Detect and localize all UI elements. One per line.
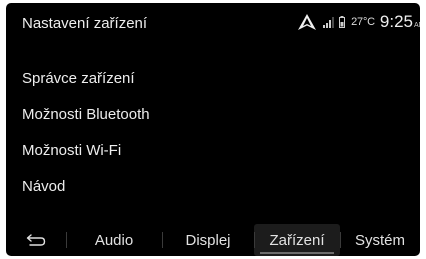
signal-icon [323,16,335,28]
tab-devices[interactable]: Zařízení [254,224,340,256]
menu-item-guide[interactable]: Návod [6,169,420,205]
tab-audio[interactable]: Audio [66,224,162,256]
status-bar: 27°C 9:25 AM [296,10,420,34]
battery-icon [339,16,346,28]
page-title: Nastavení zařízení [22,15,148,32]
bottom-tab-bar: Audio Displej Zařízení Systém [6,224,420,256]
menu-item-device-manager[interactable]: Správce zařízení [6,61,420,97]
screen: Nastavení zařízení 27°C 9:25 AM Správ [6,3,420,256]
tab-system[interactable]: Systém [340,224,420,256]
header: Nastavení zařízení 27°C 9:25 AM [6,3,420,43]
back-arrow-icon [26,234,46,246]
tab-display[interactable]: Displej [162,224,254,256]
back-button[interactable] [6,224,66,256]
navigation-icon [298,14,317,30]
clock: 9:25 [379,12,413,31]
clock-suffix: AM [414,22,420,29]
settings-menu: Správce zařízení Možnosti Bluetooth Možn… [6,61,420,205]
menu-item-bluetooth-options[interactable]: Možnosti Bluetooth [6,97,420,133]
temperature-readout: 27°C [351,16,375,28]
menu-item-wifi-options[interactable]: Možnosti Wi-Fi [6,133,420,169]
